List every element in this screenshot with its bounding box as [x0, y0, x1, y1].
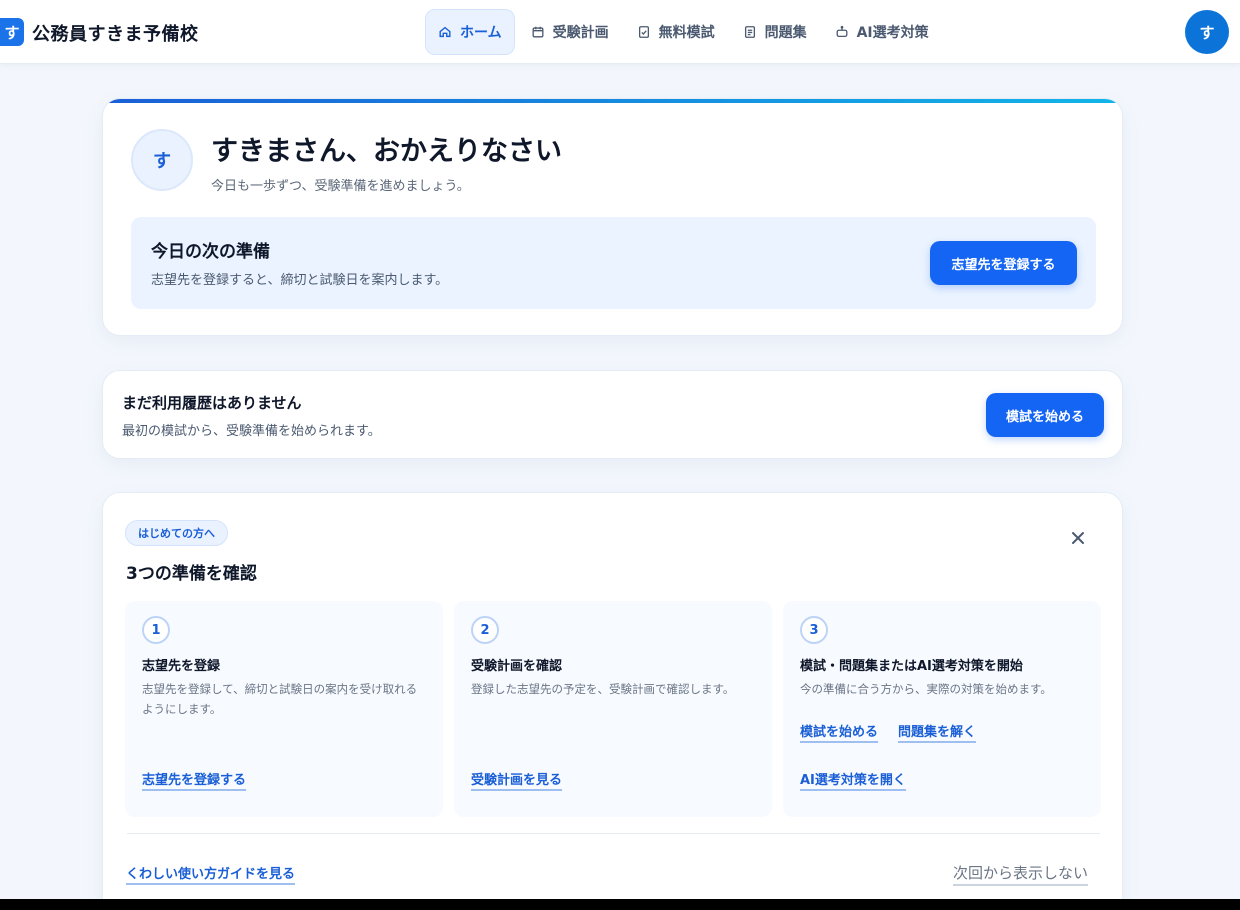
step-card-1: 1 志望先を登録 志望先を登録して、締切と試験日の案内を受け取れるようにします。…: [125, 601, 443, 817]
nav-free-mock-label: 無料模試: [658, 25, 715, 41]
nav-home[interactable]: ホーム: [425, 9, 515, 55]
home-icon: [439, 26, 451, 38]
usage-guide-link[interactable]: くわしい使い方ガイドを見る: [126, 863, 296, 885]
next-step-title: 今日の次の準備: [151, 242, 270, 262]
step-description: 登録した志望先の予定を、受験計画で確認します。: [471, 682, 735, 696]
step-title: 志望先を登録: [142, 659, 221, 674]
step-card-2: 2 受験計画を確認 登録した志望先の予定を、受験計画で確認します。 受験計画を見…: [454, 601, 772, 817]
welcome-accent-bar: [103, 99, 1122, 103]
step-number: 1: [142, 616, 170, 644]
next-step-panel: 今日の次の準備 志望先を登録すると、締切と試験日を案内します。 志望先を登録する: [131, 217, 1096, 309]
start-mock-link[interactable]: 模試を始める: [800, 721, 879, 743]
history-title: まだ利用履歴はありません: [122, 394, 302, 412]
getting-started-card: はじめての方へ 3つの準備を確認 1 志望先を登録 志望先を登録して、締切と試験…: [102, 492, 1123, 910]
main-nav: ホーム 受験計画 無料模試 問題集 AI選考対策: [425, 9, 945, 55]
guide-title: 3つの準備を確認: [126, 564, 257, 584]
step-number: 2: [471, 616, 499, 644]
view-exam-plan-link[interactable]: 受験計画を見る: [471, 769, 563, 791]
welcome-card: す すきまさん、おかえりなさい 今日も一歩ずつ、受験準備を進めましょう。 今日の…: [102, 98, 1123, 336]
step-description: 志望先を登録して、締切と試験日の案内を受け取れるようにします。: [142, 682, 418, 716]
guide-divider: [127, 833, 1100, 834]
welcome-title: すきまさん、おかえりなさい: [211, 136, 562, 167]
nav-free-mock[interactable]: 無料模試: [625, 9, 727, 55]
welcome-avatar: す: [131, 129, 193, 191]
step-title: 受験計画を確認: [471, 659, 563, 674]
register-target-link[interactable]: 志望先を登録する: [142, 769, 247, 791]
checklist-icon: [638, 26, 649, 38]
step-card-3: 3 模試・問題集またはAI選考対策を開始 今の準備に合う方から、実際の対策を始め…: [783, 601, 1101, 817]
nav-ai-prep[interactable]: AI選考対策: [823, 9, 941, 55]
document-icon: [744, 26, 755, 38]
nav-home-label: ホーム: [460, 25, 502, 41]
open-ai-prep-link[interactable]: AI選考対策を開く: [800, 769, 906, 791]
solve-workbook-link[interactable]: 問題集を解く: [898, 721, 977, 743]
step-description: 今の準備に合う方から、実際の対策を始めます。: [800, 682, 1052, 696]
history-description: 最初の模試から、受験準備を始められます。: [122, 424, 381, 439]
bottom-edge: [0, 899, 1240, 910]
nav-ai-prep-label: AI選考対策: [856, 25, 929, 41]
user-avatar[interactable]: す: [1185, 10, 1229, 54]
dont-show-again-link[interactable]: 次回から表示しない: [953, 862, 1089, 886]
step-title: 模試・問題集またはAI選考対策を開始: [800, 659, 1023, 674]
step-number: 3: [800, 616, 828, 644]
register-target-button[interactable]: 志望先を登録する: [930, 241, 1077, 285]
site-title[interactable]: 公務員すきま予備校: [32, 20, 199, 46]
first-time-badge: はじめての方へ: [125, 520, 228, 546]
welcome-subtitle: 今日も一歩ずつ、受験準備を進めましょう。: [211, 179, 470, 194]
logo-mark[interactable]: す: [0, 18, 24, 46]
next-step-description: 志望先を登録すると、締切と試験日を案内します。: [151, 273, 449, 288]
start-mock-button[interactable]: 模試を始める: [986, 393, 1104, 437]
robot-icon: [836, 25, 848, 38]
nav-workbook-label: 問題集: [764, 25, 807, 41]
nav-workbook[interactable]: 問題集: [731, 9, 819, 55]
history-card: まだ利用履歴はありません 最初の模試から、受験準備を始められます。 模試を始める: [102, 370, 1123, 459]
calendar-icon: [532, 26, 544, 38]
nav-exam-plan[interactable]: 受験計画: [519, 9, 621, 55]
close-icon[interactable]: [1067, 527, 1089, 549]
nav-exam-plan-label: 受験計画: [552, 25, 609, 41]
top-header: す 公務員すきま予備校 ホーム 受験計画 無料模試 問題集 AI選考対策 す: [0, 0, 1240, 64]
